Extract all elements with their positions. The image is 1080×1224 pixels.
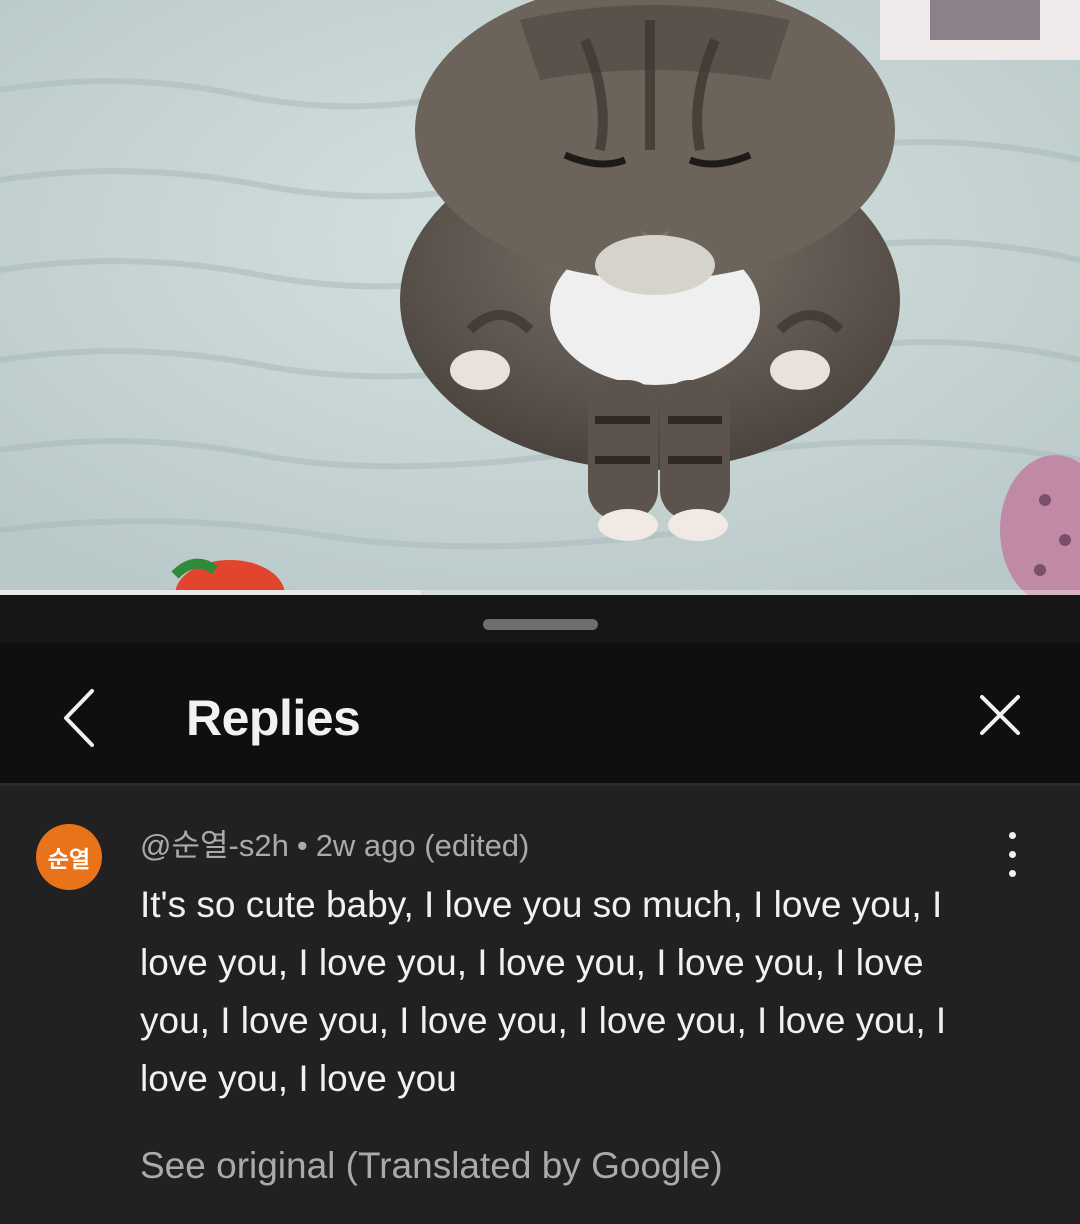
replies-header: Replies [0,643,1080,783]
close-icon [980,695,1020,735]
more-vertical-icon-dot [1009,870,1016,877]
comment-text: It's so cute baby, I love you so much, I… [140,884,947,1099]
close-button[interactable] [970,685,1030,745]
comment-author[interactable]: @순열-s2h [140,828,289,863]
avatar[interactable]: 순열 [36,824,102,890]
see-original-link[interactable]: See original (Translated by Google) [140,1141,723,1191]
video-frame [0,0,1080,595]
comment-item: 순열 @순열-s2h • 2w ago (edited) It's so cute … [0,786,1080,1224]
chevron-left-icon [64,689,94,747]
more-vertical-icon-dot [1009,832,1016,839]
comment-meta: @순열-s2h • 2w ago (edited) [140,826,529,866]
avatar-text: 순열 [47,846,91,872]
comment-time: 2w ago (edited) [315,828,530,863]
page-title: Replies [186,690,361,746]
meta-separator: • [296,828,308,863]
drag-handle[interactable] [483,619,598,630]
more-options-button[interactable] [996,830,1028,880]
video-player[interactable] [0,0,1080,595]
more-vertical-icon-dot [1009,851,1016,858]
replies-sheet: Replies 순열 @순열-s2h • 2w ago (edited) It's … [0,595,1080,1224]
back-button[interactable] [50,683,110,753]
